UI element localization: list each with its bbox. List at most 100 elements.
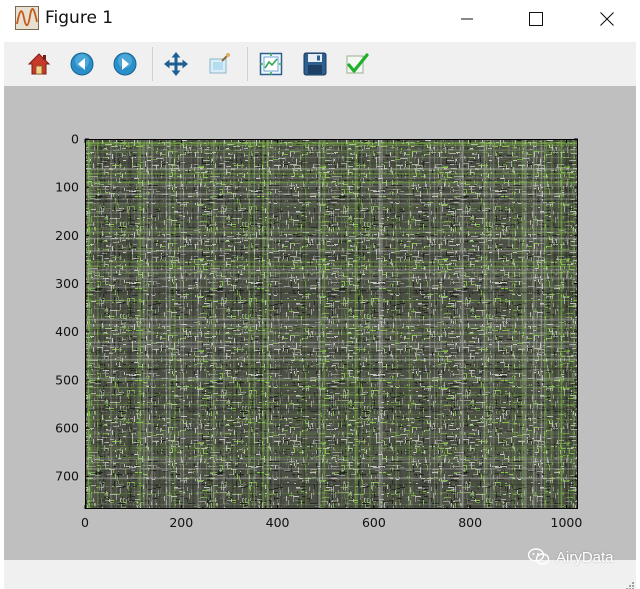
forward-arrow-icon [113,52,137,76]
heatmap-row-stripe [85,449,578,452]
heatmap-row-stripe [85,307,578,310]
window-title: Figure 1 [45,8,114,28]
pan-move-icon [164,52,188,76]
pan-button[interactable] [162,50,190,78]
heatmap-row-stripe [85,345,578,347]
subplots-button[interactable] [257,50,285,78]
heatmap-row-stripe [85,431,578,433]
x-tick-label: 400 [266,515,290,530]
heatmap-row-stripe [85,144,578,146]
heatmap-row-stripe [85,181,578,184]
heatmap-row-stripe [85,261,578,263]
heatmap-row-stripe [85,358,578,361]
heatmap-row-stripe [85,162,578,164]
heatmap-row-stripe [85,289,578,291]
maximize-button[interactable] [513,0,559,38]
y-tick-label: 500 [55,372,79,387]
close-button[interactable] [584,0,630,38]
zoom-button[interactable] [206,50,234,78]
heatmap-row-stripe [85,212,578,214]
heatmap-row-stripe [85,324,578,326]
heatmap-row-stripe [85,236,578,238]
heatmap-row-stripe [85,446,578,449]
heatmap-row-stripe [85,237,578,240]
heatmap-row-stripe [85,332,578,334]
back-button[interactable] [68,50,96,78]
heatmap-row-stripe [85,291,578,294]
heatmap-row-stripe [85,176,578,177]
maximize-icon [529,12,543,26]
heatmap-row-stripe [85,271,578,274]
heatmap-row-stripe [85,366,578,368]
y-tick-label: 700 [55,469,79,484]
heatmap-row-stripe [85,379,578,381]
heatmap-row-stripe [85,221,578,223]
heatmap-row-stripe [85,341,578,344]
heatmap-row-stripe [85,456,578,458]
heatmap-row-stripe [85,414,578,416]
heatmap-row-stripe [85,428,578,429]
heatmap-row-stripe [85,392,578,394]
close-icon [600,12,614,26]
x-tick-label: 600 [362,515,386,530]
y-tick-label: 600 [55,421,79,436]
heatmap-row-stripe [85,168,578,170]
heatmap-row-stripe [85,183,578,185]
image-plot[interactable]: 0 200 400 600 800 1000 0 100 200 300 400 500 600 700 [4,86,636,560]
toolbar-separator [247,47,248,81]
figure-canvas[interactable]: 0 200 400 600 800 1000 0 100 200 300 400 500 600 700 [4,86,636,560]
heatmap-row-stripe [85,458,578,461]
heatmap-row-stripe [85,477,578,480]
heatmap-row-stripe [85,399,578,400]
heatmap-row-stripe [85,228,578,230]
back-arrow-icon [70,52,94,76]
heatmap-row-stripe [85,436,578,439]
edit-checkmark-icon [346,53,369,74]
edit-axis-button[interactable] [343,50,371,78]
heatmap-row-stripe [85,418,578,421]
matplotlib-figure-icon [15,6,39,30]
heatmap-row-stripe [85,504,578,505]
heatmap-row-stripe [85,327,578,329]
heatmap-row-stripe [85,443,578,446]
x-tick-label: 200 [169,515,193,530]
heatmap-row-stripe [85,185,578,188]
title-bar[interactable]: Figure 1 [0,0,640,38]
heatmap-row-stripe [85,198,578,200]
heatmap-row-stripe [85,231,578,233]
home-button[interactable] [25,50,53,78]
y-tick-label: 400 [55,324,79,339]
forward-button[interactable] [111,50,139,78]
heatmap-row-stripe [85,193,578,195]
heatmap-row-stripe [85,355,578,357]
heatmap-row-stripe [85,142,578,145]
heatmap-row-stripe [85,468,578,470]
heatmap-row-stripe [85,316,578,318]
heatmap-row-stripe [85,469,578,471]
heatmap-row-stripe [85,346,578,348]
heatmap-row-stripe [85,377,578,380]
heatmap-row-stripe [85,254,578,256]
heatmap-row-stripe [85,357,578,358]
heatmap-row-stripe [85,467,578,468]
heatmap-row-stripe [85,156,578,159]
heatmap-row-stripe [85,385,578,386]
heatmap-row-stripe [85,286,578,288]
heatmap-row-stripe [85,177,578,179]
heatmap-row-stripe [85,179,578,181]
minimize-button[interactable] [444,0,490,38]
zoom-rect-icon [209,53,230,74]
resize-grip-icon[interactable] [624,577,634,589]
heatmap-row-stripe [85,268,578,271]
heatmap-row-stripe [85,319,578,321]
heatmap-row-stripe [85,483,578,486]
save-button[interactable] [301,50,329,78]
heatmap-row-stripe [85,247,578,249]
heatmap-row-stripe [85,404,578,406]
y-tick-label: 0 [71,132,79,147]
heatmap-row-stripe [85,325,578,327]
heatmap-row-stripe [85,202,578,205]
heatmap-row-stripe [85,430,578,432]
heatmap-row-stripe [85,200,578,203]
x-tick-label: 0 [81,515,89,530]
